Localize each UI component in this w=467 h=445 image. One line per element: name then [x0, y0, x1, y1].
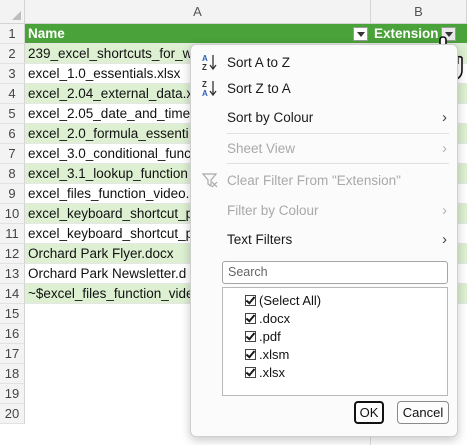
sort-ascending-icon: A Z: [202, 54, 217, 71]
row-header[interactable]: 17: [0, 344, 25, 364]
menu-clear-filter-label: Clear Filter From "Extension": [227, 172, 401, 188]
list-item-label: .xlsm: [259, 346, 290, 362]
menu-sheet-view: Sheet View ›: [191, 136, 457, 160]
submenu-arrow-icon: ›: [442, 201, 447, 219]
svg-text:A: A: [202, 54, 208, 63]
checkbox-checked-icon[interactable]: [245, 330, 256, 342]
header-name-label: Name: [28, 26, 65, 41]
sort-descending-icon: Z A: [202, 80, 217, 97]
row-header[interactable]: 8: [0, 164, 25, 184]
submenu-arrow-icon: ›: [442, 230, 447, 248]
cancel-button[interactable]: Cancel: [397, 401, 449, 424]
filter-value-list: (Select All) .docx .pdf .xlsm .xlsx: [222, 287, 448, 396]
filter-search-input[interactable]: Search: [222, 261, 448, 284]
menu-sort-a-to-z[interactable]: A Z Sort A to Z: [191, 50, 457, 74]
row-header[interactable]: 10: [0, 204, 25, 224]
row-header[interactable]: 13: [0, 264, 25, 284]
column-header-b[interactable]: B: [371, 0, 467, 24]
filter-dropdown-name[interactable]: [353, 27, 368, 41]
row-header[interactable]: 6: [0, 124, 25, 144]
checkbox-checked-icon[interactable]: [245, 366, 256, 378]
ok-button[interactable]: OK: [354, 401, 384, 424]
list-item-label: .docx: [259, 310, 291, 326]
row-header[interactable]: 16: [0, 324, 25, 344]
filter-search-placeholder: Search: [228, 265, 268, 279]
svg-text:A: A: [202, 89, 208, 97]
submenu-arrow-icon: ›: [442, 139, 447, 157]
clear-filter-icon: [201, 173, 218, 188]
menu-text-filters[interactable]: Text Filters ›: [191, 227, 457, 251]
list-item-select-all[interactable]: (Select All): [245, 291, 321, 309]
row-header[interactable]: 3: [0, 64, 25, 84]
menu-filter-by-colour: Filter by Colour ›: [191, 198, 457, 222]
row-header[interactable]: 7: [0, 144, 25, 164]
svg-text:Z: Z: [202, 63, 207, 71]
list-item-label: .xlsx: [259, 364, 285, 380]
submenu-arrow-icon: ›: [442, 108, 447, 126]
menu-sort-a-to-z-label: Sort A to Z: [227, 54, 291, 70]
menu-text-filters-label: Text Filters: [227, 231, 293, 247]
checkbox-checked-icon[interactable]: [245, 294, 256, 306]
svg-text:Z: Z: [202, 80, 207, 89]
list-item-label: .pdf: [259, 328, 281, 344]
list-item-xlsx[interactable]: .xlsx: [245, 363, 285, 381]
row-header[interactable]: 20: [0, 404, 25, 424]
menu-filter-by-colour-label: Filter by Colour: [227, 202, 319, 218]
list-item-docx[interactable]: .docx: [245, 309, 290, 327]
list-item-xlsm[interactable]: .xlsm: [245, 345, 289, 363]
menu-clear-filter: Clear Filter From "Extension": [191, 168, 457, 192]
row-header[interactable]: 4: [0, 84, 25, 104]
menu-divider: [227, 133, 449, 134]
row-header[interactable]: 14: [0, 284, 25, 304]
list-item-label: (Select All): [259, 292, 322, 308]
menu-sort-z-to-a-label: Sort Z to A: [227, 80, 291, 96]
checkbox-checked-icon[interactable]: [245, 348, 256, 360]
column-header-a[interactable]: A: [25, 0, 371, 24]
menu-sort-by-colour-label: Sort by Colour: [227, 109, 314, 125]
header-cell-name[interactable]: Name: [25, 24, 371, 44]
menu-sort-z-to-a[interactable]: Z A Sort Z to A: [191, 76, 457, 100]
menu-sheet-view-label: Sheet View: [227, 140, 296, 156]
header-extension-label: Extension: [374, 26, 439, 41]
row-header[interactable]: 5: [0, 104, 25, 124]
row-header[interactable]: 18: [0, 364, 25, 384]
row-header[interactable]: 9: [0, 184, 25, 204]
row-header[interactable]: 19: [0, 384, 25, 404]
autofilter-menu: A Z Sort A to Z Z A Sort Z to A Sort by …: [190, 44, 458, 437]
row-header[interactable]: 15: [0, 304, 25, 324]
list-item-pdf[interactable]: .pdf: [245, 327, 281, 345]
row-header[interactable]: 12: [0, 244, 25, 264]
menu-divider: [227, 163, 449, 164]
menu-sort-by-colour[interactable]: Sort by Colour ›: [191, 105, 457, 129]
checkbox-checked-icon[interactable]: [245, 312, 256, 324]
row-header[interactable]: 1: [0, 24, 25, 44]
select-all-corner[interactable]: [0, 0, 25, 24]
row-header[interactable]: 2: [0, 44, 25, 64]
row-header[interactable]: 11: [0, 224, 25, 244]
